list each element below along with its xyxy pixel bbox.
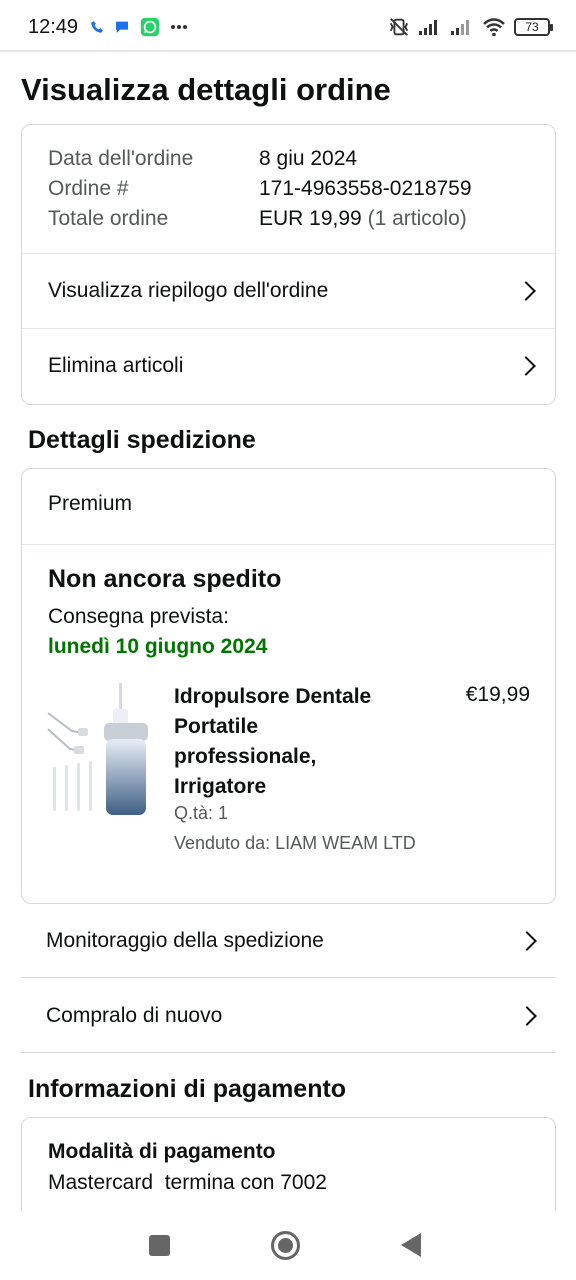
back-icon[interactable] xyxy=(400,1232,422,1258)
signal-icon xyxy=(419,20,437,35)
notification-icons xyxy=(90,17,188,37)
buy-again-label: Compralo di nuovo xyxy=(46,1003,223,1027)
track-shipment-label: Monitoraggio della spedizione xyxy=(46,928,324,952)
delete-items-link[interactable]: Elimina articoli xyxy=(22,329,555,403)
home-icon[interactable] xyxy=(270,1230,301,1261)
shipment-status: Non ancora spedito xyxy=(48,565,282,593)
chevron-right-icon xyxy=(517,930,537,951)
system-icons: 73 xyxy=(388,16,553,38)
order-total-amount: EUR 19,99 xyxy=(259,207,362,230)
product-title-line: Irrigatore xyxy=(174,775,267,798)
navigation-bar xyxy=(0,1210,576,1280)
product-seller: Venduto da: LIAM WEAM LTD xyxy=(174,833,416,853)
shipment-card: Premium Non ancora spedito Consegna prev… xyxy=(21,468,556,904)
payment-section-title: Informazioni di pagamento xyxy=(28,1075,347,1103)
phone-icon xyxy=(91,21,103,33)
status-bar: 12:49 73 xyxy=(0,0,576,52)
order-summary-card: Data dell'ordine 8 giu 2024 Ordine # 171… xyxy=(21,124,556,405)
wifi-icon xyxy=(483,18,505,37)
battery-level: 73 xyxy=(525,20,539,34)
chevron-right-icon xyxy=(517,1005,537,1026)
order-total-count: (1 articolo) xyxy=(367,207,467,230)
page-title: Visualizza dettagli ordine xyxy=(21,72,391,107)
view-order-summary-link[interactable]: Visualizza riepilogo dell'ordine xyxy=(22,254,555,328)
signal-icon xyxy=(451,20,469,35)
buy-again-link[interactable]: Compralo di nuovo xyxy=(21,979,556,1053)
order-total-label: Totale ordine xyxy=(48,207,169,230)
product-quantity: Q.tà: 1 xyxy=(174,803,229,823)
recents-icon[interactable] xyxy=(148,1234,171,1257)
product-price: €19,99 xyxy=(465,683,530,706)
battery-icon: 73 xyxy=(514,18,553,36)
chat-bubble-icon xyxy=(116,21,128,33)
order-total-value: EUR 19,99 (1 articolo) xyxy=(259,207,467,231)
shipping-section-title: Dettagli spedizione xyxy=(28,426,256,454)
order-number-value: 171-4963558-0218759 xyxy=(259,177,472,200)
payment-method-label: Modalità di pagamento xyxy=(48,1140,276,1163)
product-title-line: Idropulsore Dentale xyxy=(174,685,372,708)
product-title[interactable]: Idropulsore Dentale Portatile profession… xyxy=(174,682,404,802)
order-number-label: Ordine # xyxy=(48,177,129,200)
delete-items-label: Elimina articoli xyxy=(48,354,184,377)
shipping-service: Premium xyxy=(48,492,133,515)
product-title-line: professionale, xyxy=(174,745,317,768)
order-date-value: 8 giu 2024 xyxy=(259,147,358,170)
track-shipment-link[interactable]: Monitoraggio della spedizione xyxy=(21,904,556,978)
view-order-summary-label: Visualizza riepilogo dell'ordine xyxy=(48,279,329,302)
order-date-label: Data dell'ordine xyxy=(48,147,194,170)
whatsapp-icon xyxy=(140,17,160,37)
payment-method-value: Mastercard termina con 7002 xyxy=(48,1171,327,1194)
delivery-date: lunedì 10 giugno 2024 xyxy=(48,635,268,658)
divider xyxy=(22,544,555,545)
status-time: 12:49 xyxy=(28,16,79,38)
product-title-line: Portatile xyxy=(174,715,259,738)
chevron-right-icon xyxy=(516,281,536,301)
product-image[interactable] xyxy=(46,681,154,819)
chevron-right-icon xyxy=(516,356,536,376)
more-dots-icon xyxy=(171,25,187,29)
vibrate-off-icon xyxy=(389,18,409,36)
delivery-label: Consegna prevista: xyxy=(48,605,229,628)
